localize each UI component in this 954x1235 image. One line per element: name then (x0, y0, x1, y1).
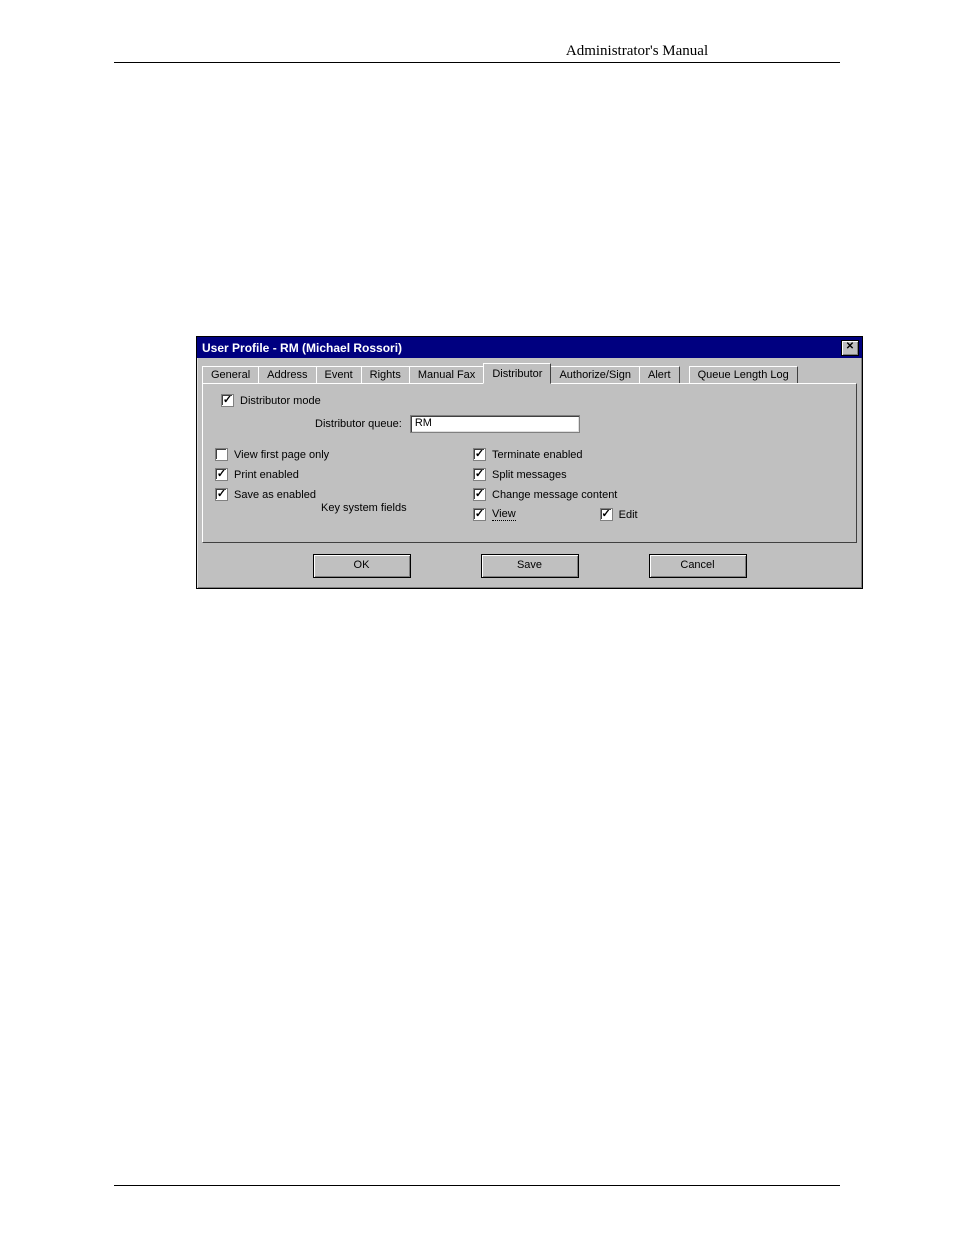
view-first-page-checkbox[interactable] (215, 448, 228, 461)
tab-general[interactable]: General (202, 366, 259, 383)
terminate-enabled-checkbox[interactable] (473, 448, 486, 461)
right-options-column: Terminate enabled Split messages Change … (473, 446, 853, 526)
distributor-mode-checkbox[interactable] (221, 394, 234, 407)
terminate-enabled-row: Terminate enabled (473, 446, 853, 463)
save-as-enabled-checkbox[interactable] (215, 488, 228, 501)
titlebar: User Profile - RM (Michael Rossori) ✕ (197, 337, 862, 358)
dialog-button-row: OK Save Cancel (197, 548, 862, 588)
save-button[interactable]: Save (481, 554, 579, 578)
tab-authorize-sign[interactable]: Authorize/Sign (550, 366, 640, 383)
view-first-page-label: View first page only (234, 449, 329, 461)
distributor-mode-row: Distributor mode (221, 394, 844, 407)
close-icon[interactable]: ✕ (841, 340, 859, 356)
left-options-column: View first page only Print enabled Save … (215, 446, 465, 506)
page-header: Administrator's Manual (114, 43, 840, 63)
key-edit-checkbox[interactable] (600, 508, 613, 521)
cancel-button[interactable]: Cancel (649, 554, 747, 578)
tab-panel-distributor: Distributor mode Distributor queue: RM V… (202, 383, 857, 543)
distributor-queue-field[interactable]: RM (410, 415, 580, 433)
page-header-text: Administrator's Manual (566, 43, 708, 60)
split-messages-label: Split messages (492, 469, 567, 481)
change-message-content-checkbox[interactable] (473, 488, 486, 501)
split-messages-checkbox[interactable] (473, 468, 486, 481)
tab-event[interactable]: Event (316, 366, 362, 383)
save-as-enabled-label: Save as enabled (234, 489, 316, 501)
distributor-queue-label: Distributor queue: (315, 418, 402, 430)
tab-queue-length-log[interactable]: Queue Length Log (689, 366, 798, 383)
tab-address[interactable]: Address (258, 366, 316, 383)
key-system-fields-label: Key system fields (321, 502, 407, 514)
print-enabled-checkbox[interactable] (215, 468, 228, 481)
print-enabled-label: Print enabled (234, 469, 299, 481)
tab-rights[interactable]: Rights (361, 366, 410, 383)
key-view-label: View (492, 508, 516, 521)
terminate-enabled-label: Terminate enabled (492, 449, 583, 461)
distributor-queue-row: Distributor queue: RM (315, 415, 844, 433)
print-enabled-row: Print enabled (215, 466, 465, 483)
key-edit-label: Edit (619, 509, 638, 521)
split-messages-row: Split messages (473, 466, 853, 483)
view-first-page-row: View first page only (215, 446, 465, 463)
tab-bar: General Address Event Rights Manual Fax … (197, 358, 862, 383)
dialog-title: User Profile - RM (Michael Rossori) (200, 341, 402, 355)
page-footer-rule (114, 1185, 840, 1187)
change-message-content-row: Change message content (473, 486, 853, 503)
key-system-view-edit-row: View Edit (473, 506, 853, 523)
save-as-enabled-row: Save as enabled (215, 486, 465, 503)
distributor-mode-label: Distributor mode (240, 395, 321, 407)
ok-button[interactable]: OK (313, 554, 411, 578)
user-profile-dialog: User Profile - RM (Michael Rossori) ✕ Ge… (196, 336, 863, 589)
tab-distributor[interactable]: Distributor (483, 363, 551, 384)
tab-alert[interactable]: Alert (639, 366, 680, 383)
tab-manual-fax[interactable]: Manual Fax (409, 366, 484, 383)
key-view-checkbox[interactable] (473, 508, 486, 521)
change-message-content-label: Change message content (492, 489, 617, 501)
